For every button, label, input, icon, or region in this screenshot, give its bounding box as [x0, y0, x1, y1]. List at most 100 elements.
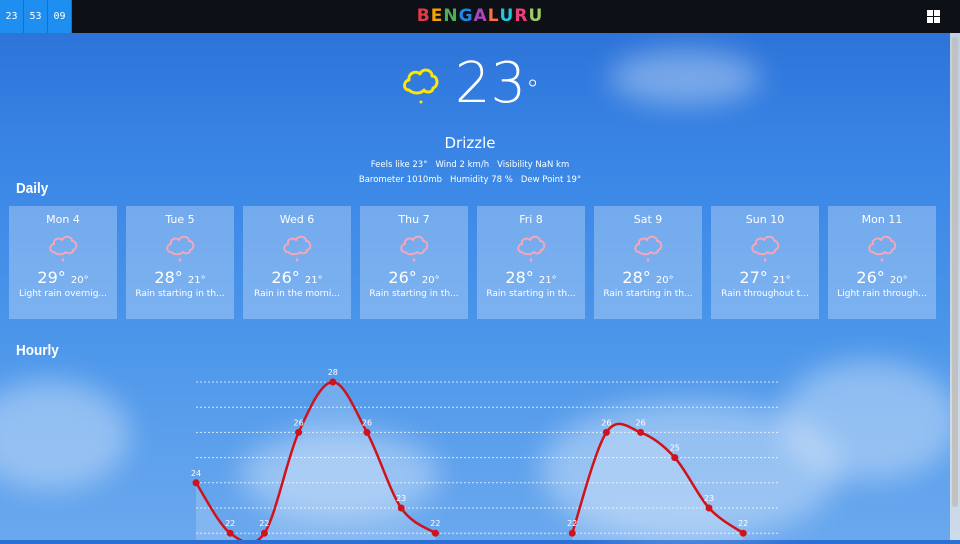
background-cloud [780, 360, 960, 480]
daily-forecast: Mon 4 29° 20° Light rain overnig... Tue 5 28… [9, 206, 936, 319]
dew-point: Dew Point 19° [520, 175, 582, 185]
day-low-temp: 20° [421, 275, 440, 286]
day-low-temp: 20° [889, 275, 908, 286]
daily-card[interactable]: Mon 11 26° 20° Light rain through... [828, 206, 936, 319]
day-description: Rain in the morni... [254, 289, 340, 299]
daily-card[interactable]: Sun 10 27° 21° Rain throughout t... [711, 206, 819, 319]
data-point[interactable] [637, 428, 645, 436]
data-point[interactable] [671, 454, 679, 462]
degree-symbol: ° [526, 75, 540, 105]
hourly-chart: 24 22 22 26 28 26 23 22 22 26 26 25 23 22 [190, 368, 785, 544]
rain-cloud-icon [243, 232, 351, 264]
day-description: Rain starting in th... [135, 289, 225, 299]
data-label: 22 [738, 519, 748, 528]
data-point[interactable] [602, 428, 610, 436]
data-point[interactable] [260, 529, 268, 537]
daily-card[interactable]: Thu 7 26° 20° Rain starting in th... [360, 206, 468, 319]
current-temperature: 23 [454, 51, 527, 116]
rain-cloud-icon [594, 232, 702, 264]
day-name: Tue 5 [165, 213, 195, 226]
rain-cloud-icon [360, 232, 468, 264]
rain-cloud-icon [711, 232, 819, 264]
logo-letter: G [458, 6, 474, 26]
day-high-temp: 28° [622, 268, 651, 287]
data-label: 23 [704, 494, 714, 503]
current-weather: 23° Drizzle Feels like 23° Wind 2 km/h Vis… [0, 50, 940, 188]
data-label: 22 [430, 519, 440, 528]
day-name: Mon 4 [46, 213, 80, 226]
data-point[interactable] [329, 378, 337, 386]
day-description: Rain starting in th... [486, 289, 576, 299]
data-label: 22 [259, 519, 269, 528]
data-point[interactable] [295, 428, 303, 436]
data-point[interactable] [226, 529, 234, 537]
day-high-temp: 28° [154, 268, 183, 287]
data-point[interactable] [739, 529, 747, 537]
day-low-temp: 21° [772, 275, 791, 286]
day-description: Rain starting in th... [369, 289, 459, 299]
logo-letter: U [528, 6, 544, 26]
humidity: Humidity 78 % [449, 175, 513, 185]
day-high-temp: 28° [505, 268, 534, 287]
visibility: Visibility NaN km [497, 160, 570, 170]
logo-letter: N [443, 6, 459, 26]
day-high-temp: 26° [388, 268, 417, 287]
daily-card[interactable]: Sat 9 28° 20° Rain starting in th... [594, 206, 702, 319]
data-point[interactable] [192, 479, 200, 487]
drizzle-cloud-icon [402, 68, 439, 104]
scrollbar[interactable] [950, 33, 960, 540]
rain-cloud-icon [477, 232, 585, 264]
daily-card[interactable]: Mon 4 29° 20° Light rain overnig... [9, 206, 117, 319]
rain-cloud-icon [126, 232, 234, 264]
daily-card[interactable]: Wed 6 26° 21° Rain in the morni... [243, 206, 351, 319]
data-point[interactable] [431, 529, 439, 537]
background-cloud [0, 380, 130, 490]
data-label: 26 [636, 418, 646, 427]
weather-details: Feels like 23° Wind 2 km/h Visibility NaN … [0, 158, 940, 188]
daily-title: Daily [16, 180, 49, 197]
day-low-temp: 21° [304, 275, 323, 286]
day-description: Light rain through... [837, 289, 927, 299]
day-description: Rain throughout t... [721, 289, 809, 299]
data-point[interactable] [363, 428, 371, 436]
data-point[interactable] [397, 504, 405, 512]
day-description: Rain starting in th... [603, 289, 693, 299]
day-name: Fri 8 [519, 213, 543, 226]
logo-letter: B [416, 6, 431, 26]
logo-letter: E [430, 6, 444, 26]
daily-card[interactable]: Tue 5 28° 21° Rain starting in th... [126, 206, 234, 319]
data-point[interactable] [705, 504, 713, 512]
day-low-temp: 20° [70, 275, 89, 286]
data-label: 26 [362, 418, 372, 427]
wind: Wind 2 km/h [435, 160, 490, 170]
series-area [196, 382, 436, 543]
day-description: Light rain overnig... [18, 289, 107, 299]
day-name: Thu 7 [398, 213, 430, 226]
rain-cloud-icon [9, 232, 117, 264]
day-name: Sun 10 [745, 213, 785, 226]
current-condition: Drizzle [444, 134, 496, 152]
rain-cloud-icon [828, 232, 936, 264]
scrollbar-thumb[interactable] [952, 37, 958, 507]
data-point[interactable] [568, 529, 576, 537]
day-low-temp: 21° [187, 275, 206, 286]
data-label: 28 [328, 368, 338, 377]
data-label: 24 [191, 469, 201, 478]
data-label: 22 [567, 519, 577, 528]
day-high-temp: 26° [271, 268, 300, 287]
data-label: 26 [601, 418, 611, 427]
logo-letter: L [487, 6, 500, 26]
day-high-temp: 29° [37, 268, 66, 287]
city-logo: BENGALURU [0, 6, 960, 26]
feels-like: Feels like 23° [370, 160, 428, 170]
data-label: 26 [294, 418, 304, 427]
data-label: 22 [225, 519, 235, 528]
hourly-chart-svg: 24 22 22 26 28 26 23 22 22 26 26 25 23 22 [191, 368, 778, 544]
grid-icon[interactable] [927, 10, 940, 23]
daily-card[interactable]: Fri 8 28° 21° Rain starting in th... [477, 206, 585, 319]
logo-letter: R [514, 6, 529, 26]
day-name: Sat 9 [633, 213, 663, 226]
day-name: Wed 6 [279, 213, 315, 226]
day-name: Mon 11 [861, 213, 903, 226]
data-label: 25 [670, 444, 680, 453]
